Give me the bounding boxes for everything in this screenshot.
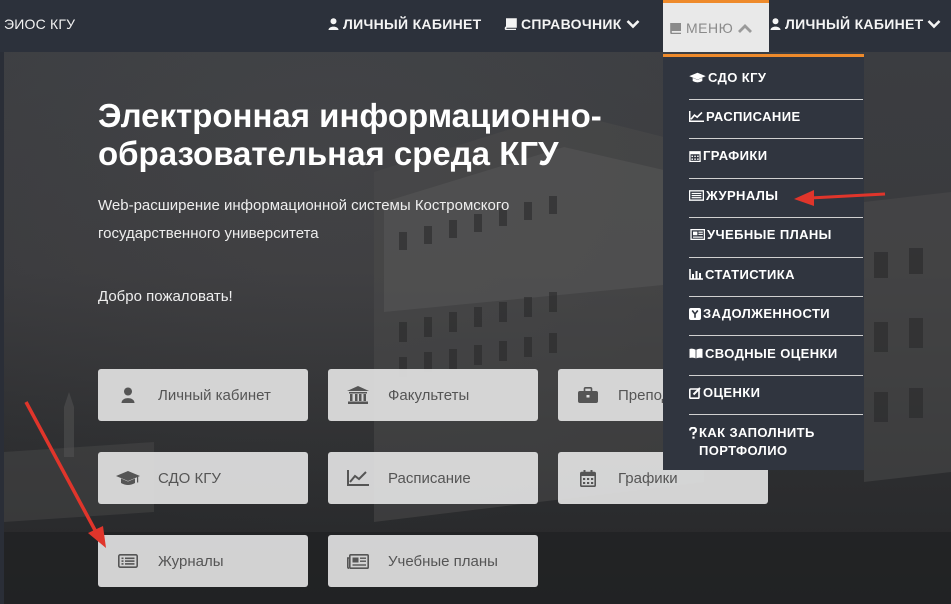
annotation-arrow-menu (794, 190, 886, 206)
annotation-arrows (24, 190, 886, 548)
annotation-arrow-tile (24, 401, 106, 548)
